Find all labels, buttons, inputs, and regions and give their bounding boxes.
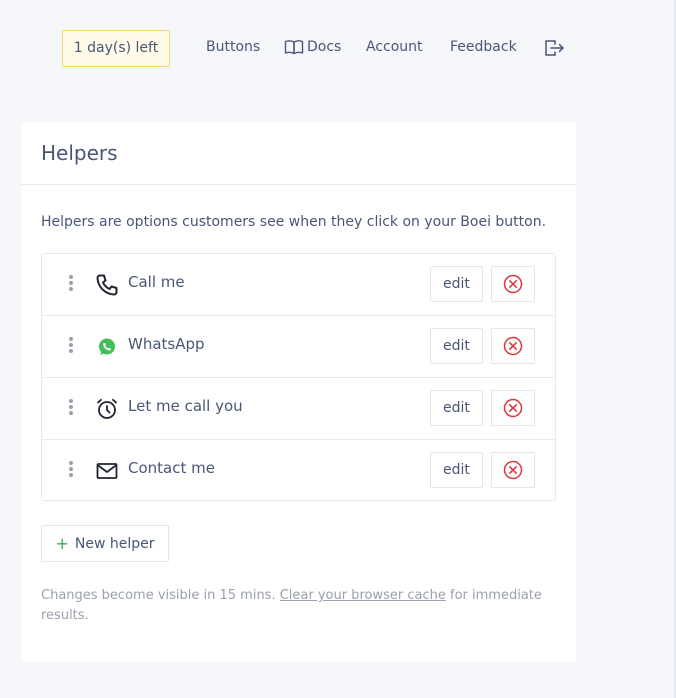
delete-button[interactable] [491,266,535,302]
drag-handle[interactable] [66,275,76,295]
drag-handle[interactable] [66,337,76,357]
close-circle-icon [503,460,523,480]
helper-label: WhatsApp [128,335,205,353]
edit-button[interactable]: edit [430,328,483,364]
edit-button[interactable]: edit [430,452,483,488]
helper-row: WhatsApp edit [42,316,555,378]
helper-row: Let me call you edit [42,378,555,440]
drag-handle[interactable] [66,399,76,419]
top-nav: 1 day(s) left Buttons Docs Account Feedb… [0,0,676,95]
logout-button[interactable] [543,38,565,58]
trial-badge: 1 day(s) left [62,30,170,67]
helpers-intro: Helpers are options customers see when t… [41,214,547,230]
nav-link-docs-label: Docs [307,39,342,55]
helper-label: Call me [128,273,185,291]
whatsapp-icon [95,335,119,359]
close-circle-icon [503,336,523,356]
helper-label: Contact me [128,459,215,477]
envelope-icon [95,459,119,483]
cache-footnote: Changes become visible in 15 mins. Clear… [41,586,556,626]
new-helper-button[interactable]: + New helper [41,525,169,562]
new-helper-label: New helper [74,535,155,552]
logout-icon [545,40,564,56]
delete-button[interactable] [491,452,535,488]
alarm-clock-icon [95,397,119,421]
helper-row: Contact me edit [42,440,555,502]
card-title: Helpers [41,141,118,165]
phone-icon [95,273,119,297]
delete-button[interactable] [491,390,535,426]
delete-button[interactable] [491,328,535,364]
close-circle-icon [503,398,523,418]
nav-link-docs[interactable]: Docs [284,38,341,56]
helpers-card: Helpers Helpers are options customers se… [21,122,576,662]
drag-handle[interactable] [66,461,76,481]
close-circle-icon [503,274,523,294]
edit-button[interactable]: edit [430,390,483,426]
footnote-text: Changes become visible in 15 mins. [41,588,276,603]
clear-cache-link[interactable]: Clear your browser cache [280,588,446,603]
nav-link-feedback[interactable]: Feedback [450,38,517,56]
nav-link-account[interactable]: Account [366,38,423,56]
helper-row: Call me edit [42,254,555,316]
book-icon [284,40,304,55]
edit-button[interactable]: edit [430,266,483,302]
helper-label: Let me call you [128,397,243,415]
nav-link-buttons[interactable]: Buttons [206,38,260,56]
card-header: Helpers [21,122,576,185]
plus-icon: + [55,533,69,553]
helpers-list: Call me edit WhatsApp edit Let me call y… [41,253,556,501]
